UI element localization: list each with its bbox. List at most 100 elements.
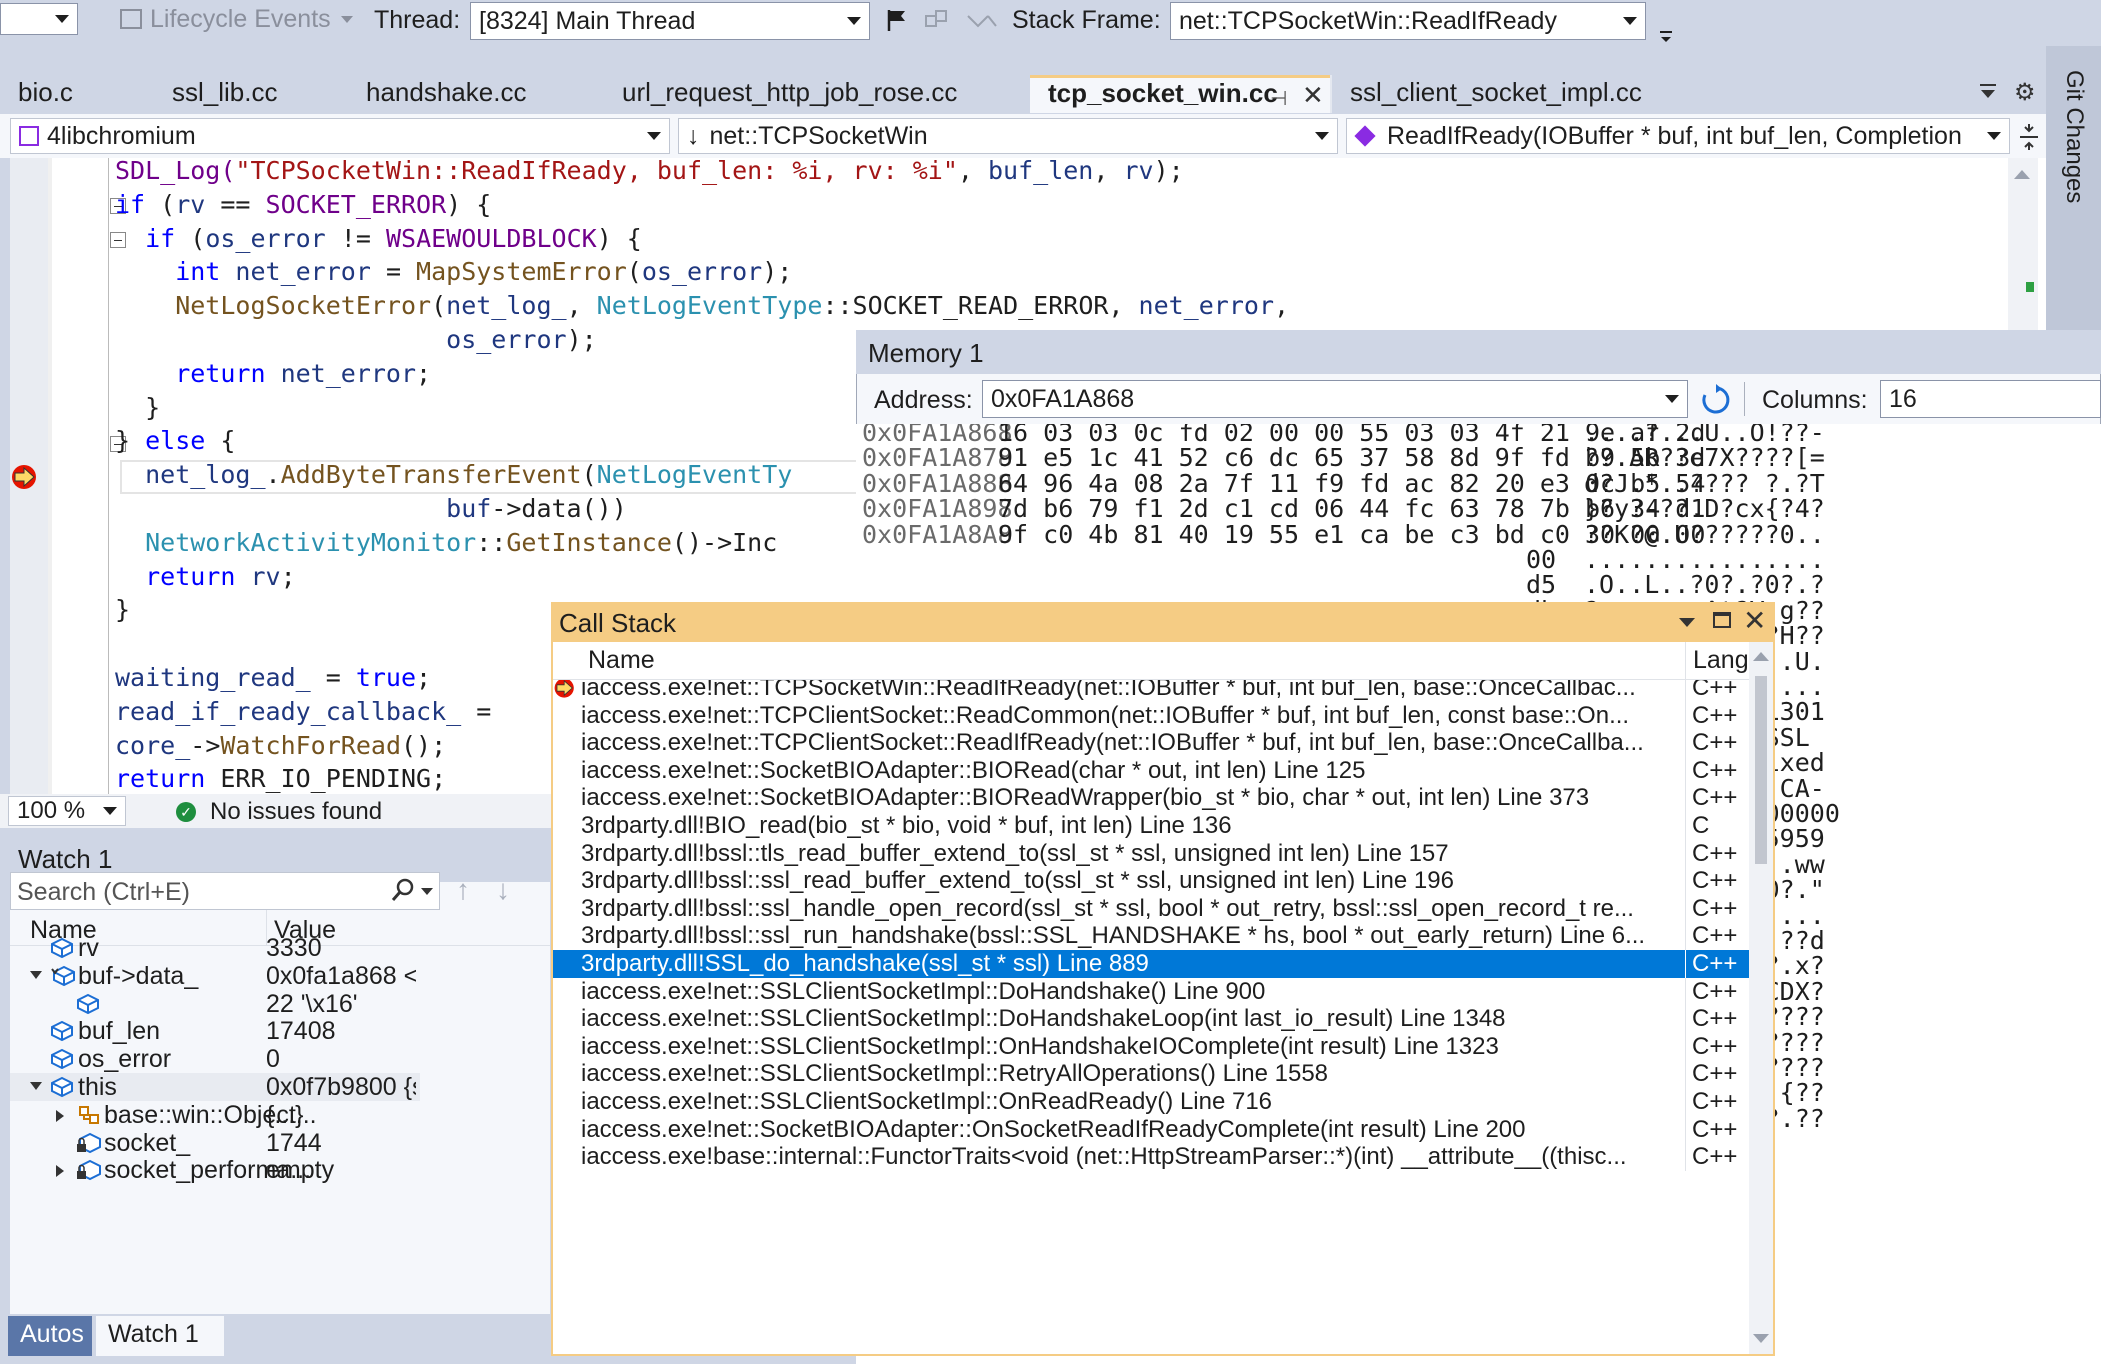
tab-watch-1[interactable]: Watch 1 <box>96 1316 224 1356</box>
scope-dropdown[interactable]: ↓ net::TCPSocketWin <box>678 118 1338 154</box>
code-token: ; <box>416 359 432 388</box>
scroll-up-icon[interactable] <box>1753 652 1769 661</box>
watch-variable-value[interactable]: 22 '\x16' <box>266 990 416 1018</box>
instruction-pointer-icon <box>10 464 40 490</box>
watch-variable-value[interactable]: 1744 <box>266 1129 416 1157</box>
flag-icon[interactable] <box>886 8 908 32</box>
toolbar-overflow-icon[interactable] <box>1658 24 1674 42</box>
project-dropdown[interactable]: 4libchromium <box>10 118 670 154</box>
refresh-icon[interactable] <box>1700 384 1732 416</box>
memory-row[interactable]: 0x0FA1A8A8 9f c0 4b 81 40 19 55 e1 ca be … <box>862 518 1825 552</box>
call-stack-title-bar[interactable]: Call Stack ✕ <box>551 602 1775 642</box>
call-stack-frame-lang: C++ <box>1685 729 1745 757</box>
zoom-dropdown[interactable]: 100 % <box>8 796 126 826</box>
pin-icon[interactable]: ⊣ <box>1270 86 1287 111</box>
scroll-down-icon[interactable] <box>1753 1334 1769 1343</box>
call-stack-row[interactable]: iaccess.exe!net::SSLClientSocketImpl::On… <box>553 1088 1749 1116</box>
watch-row[interactable]: buf_len 17408 <box>10 1017 420 1045</box>
call-stack-frame-name: iaccess.exe!net::SSLClientSocketImpl::Do… <box>581 1005 1506 1032</box>
call-stack-row[interactable]: 3rdparty.dll!bssl::ssl_run_handshake(bss… <box>553 922 1749 950</box>
call-stack-col-lang[interactable]: Lang <box>1693 646 1749 675</box>
call-stack-row[interactable]: 3rdparty.dll!bssl::ssl_read_buffer_exten… <box>553 867 1749 895</box>
watch-variable-value[interactable]: 17408 <box>266 1017 416 1045</box>
close-icon[interactable]: ✕ <box>1743 604 1766 637</box>
thread-groups-icon[interactable] <box>924 8 950 32</box>
private-field-icon <box>76 1132 102 1154</box>
memory-columns-field[interactable]: 16 <box>1880 380 2101 418</box>
call-stack-row[interactable]: iaccess.exe!net::SSLClientSocketImpl::Re… <box>553 1060 1749 1088</box>
watch-row[interactable]: base::win::Object... {...} <box>10 1101 420 1129</box>
code-line: SDL_Log("TCPSocketWin::ReadIfReady, buf_… <box>115 158 1184 188</box>
search-next-icon[interactable]: ↓ <box>496 874 510 906</box>
thread-label: Thread: <box>374 6 461 34</box>
issues-indicator[interactable]: ✓ No issues found <box>176 798 382 826</box>
watch-row[interactable]: rv 3330 <box>10 934 420 962</box>
watch-variable-value[interactable]: 0x0f7b9800 {sock <box>266 1073 416 1101</box>
call-stack-row[interactable]: iaccess.exe!net::TCPClientSocket::ReadCo… <box>553 702 1749 730</box>
call-stack-row[interactable]: iaccess.exe!net::SocketBIOAdapter::BIORe… <box>553 757 1749 785</box>
tab-url-request-http-job[interactable]: url_request_http_job_rose.cc <box>604 75 1034 113</box>
call-stack-scrollbar[interactable] <box>1749 642 1773 1354</box>
thread-dropdown[interactable]: [8324] Main Thread <box>470 2 870 40</box>
call-stack-row[interactable]: 3rdparty.dll!bssl::ssl_handle_open_recor… <box>553 895 1749 923</box>
tab-list-icon[interactable] <box>1978 80 1998 100</box>
code-token: ; <box>416 663 432 692</box>
expand-arrow-icon[interactable] <box>56 1110 64 1122</box>
watch-row[interactable]: socket_ 1744 <box>10 1129 420 1157</box>
git-changes-tab[interactable]: Git Changes <box>2058 70 2090 220</box>
call-stack-row[interactable]: iaccess.exe!net::SSLClientSocketImpl::Do… <box>553 1005 1749 1033</box>
member-dropdown[interactable]: ReadIfReady(IOBuffer * buf, int buf_len,… <box>1346 118 2010 154</box>
call-stack-row[interactable]: 3rdparty.dll!bssl::tls_read_buffer_exten… <box>553 840 1749 868</box>
watch-row[interactable]: socket_performa... empty <box>10 1156 420 1184</box>
scroll-thumb[interactable] <box>1755 676 1767 864</box>
watch-row[interactable]: this 0x0f7b9800 {sock <box>10 1073 420 1101</box>
tab-handshake[interactable]: handshake.cc <box>348 75 610 113</box>
gear-icon[interactable]: ⚙ <box>2014 78 2036 107</box>
tab-tcp-socket-win[interactable]: tcp_socket_win.cc ⊣ ✕ <box>1030 75 1330 113</box>
process-dropdown[interactable] <box>0 3 78 35</box>
tab-ssl-lib[interactable]: ssl_lib.cc <box>154 75 354 113</box>
maximize-icon[interactable] <box>1713 612 1731 628</box>
call-stack-frame-lang: C++ <box>1685 1088 1745 1116</box>
call-stack-row[interactable]: iaccess.exe!net::SSLClientSocketImpl::Do… <box>553 978 1749 1006</box>
call-stack-row[interactable]: 3rdparty.dll!BIO_read(bio_st * bio, void… <box>553 812 1749 840</box>
call-stack-row[interactable]: iaccess.exe!net::SSLClientSocketImpl::On… <box>553 1033 1749 1061</box>
switch-frame-icon[interactable] <box>966 10 998 30</box>
watch-variable-value[interactable]: 0 <box>266 1045 416 1073</box>
collapse-arrow-icon[interactable] <box>30 1082 42 1090</box>
tab-autos[interactable]: Autos <box>8 1316 92 1356</box>
watch-variable-value[interactable]: 0x0fa1a868 <Inv <box>266 962 416 990</box>
expand-arrow-icon[interactable] <box>56 1165 64 1177</box>
watch-search-field[interactable]: Search (Ctrl+E) <box>10 872 440 910</box>
call-stack-frame-name: 3rdparty.dll!SSL_do_handshake(ssl_st * s… <box>581 950 1149 977</box>
close-tab-icon[interactable]: ✕ <box>1302 80 1324 111</box>
call-stack-col-name[interactable]: Name <box>588 646 655 675</box>
watch-variable-value[interactable]: empty <box>266 1156 416 1184</box>
lifecycle-events-button[interactable]: Lifecycle Events <box>120 3 353 35</box>
call-stack-row[interactable]: iaccess.exe!net::SocketBIOAdapter::BIORe… <box>553 784 1749 812</box>
watch-row[interactable]: os_error 0 <box>10 1045 420 1073</box>
code-token: :: <box>476 528 507 557</box>
search-options-icon[interactable] <box>421 888 433 895</box>
tab-bio-c[interactable]: bio.c <box>0 75 160 113</box>
memory-address-field[interactable]: 0x0FA1A868 <box>982 380 1688 418</box>
watch-variable-value[interactable]: {...} <box>266 1101 416 1129</box>
stack-frame-dropdown[interactable]: net::TCPSocketWin::ReadIfReady <box>1170 2 1646 40</box>
split-editor-icon[interactable] <box>2018 122 2040 152</box>
call-stack-row[interactable]: iaccess.exe!base::internal::FunctorTrait… <box>553 1143 1749 1171</box>
tab-ssl-client-socket-impl[interactable]: ssl_client_socket_impl.cc <box>1330 75 1710 113</box>
call-stack-col-divider[interactable] <box>1685 642 1686 680</box>
scroll-up-icon[interactable] <box>2014 170 2030 179</box>
watch-row[interactable]: buf->data_ 0x0fa1a868 <Inv <box>10 962 420 990</box>
call-stack-row[interactable]: 3rdparty.dll!SSL_do_handshake(ssl_st * s… <box>553 950 1749 978</box>
call-stack-row[interactable]: iaccess.exe!net::TCPSocketWin::ReadIfRea… <box>553 680 1749 702</box>
call-stack-row[interactable]: iaccess.exe!net::TCPClientSocket::ReadIf… <box>553 729 1749 757</box>
search-previous-icon[interactable]: ↑ <box>456 874 470 906</box>
memory-title-bar[interactable]: Memory 1 <box>856 330 2101 374</box>
watch-row[interactable]: 22 '\x16' <box>10 990 420 1018</box>
window-options-icon[interactable] <box>1679 618 1695 627</box>
watch-variable-value[interactable]: 3330 <box>266 934 416 962</box>
code-token: NetworkActivityMonitor <box>115 528 477 557</box>
call-stack-row[interactable]: iaccess.exe!net::SocketBIOAdapter::OnSoc… <box>553 1116 1749 1144</box>
collapse-arrow-icon[interactable] <box>30 971 42 979</box>
